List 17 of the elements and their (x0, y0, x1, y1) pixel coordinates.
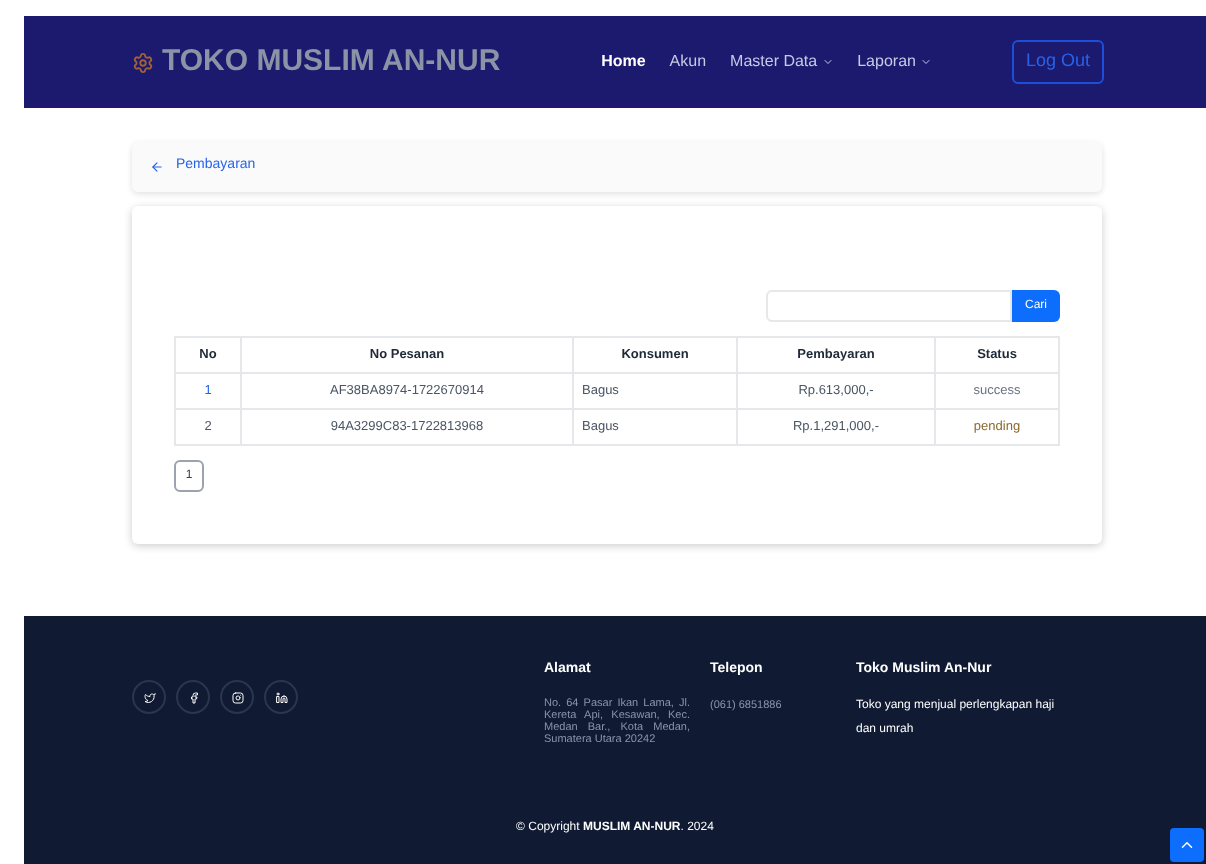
search-field[interactable] (766, 290, 1012, 322)
facebook-link[interactable] (176, 680, 210, 714)
twitter-icon (143, 691, 155, 703)
back-arrow-icon[interactable] (150, 160, 164, 174)
linkedin-icon (275, 691, 287, 703)
instagram-icon (231, 691, 243, 703)
brand-title[interactable]: TOKO MUSLIM AN-NUR (162, 39, 501, 85)
instagram-link[interactable] (220, 680, 254, 714)
chevron-up-icon (1178, 836, 1196, 854)
twitter-link[interactable] (132, 680, 166, 714)
nav-link[interactable]: Laporan (857, 50, 932, 74)
nav-link[interactable]: Master Data (730, 50, 834, 74)
linkedin-link[interactable] (264, 680, 298, 714)
facebook-icon (187, 691, 199, 703)
nav-link[interactable]: Akun (669, 50, 707, 74)
nav-link[interactable]: Home (601, 50, 646, 74)
logo-icon (132, 51, 154, 73)
